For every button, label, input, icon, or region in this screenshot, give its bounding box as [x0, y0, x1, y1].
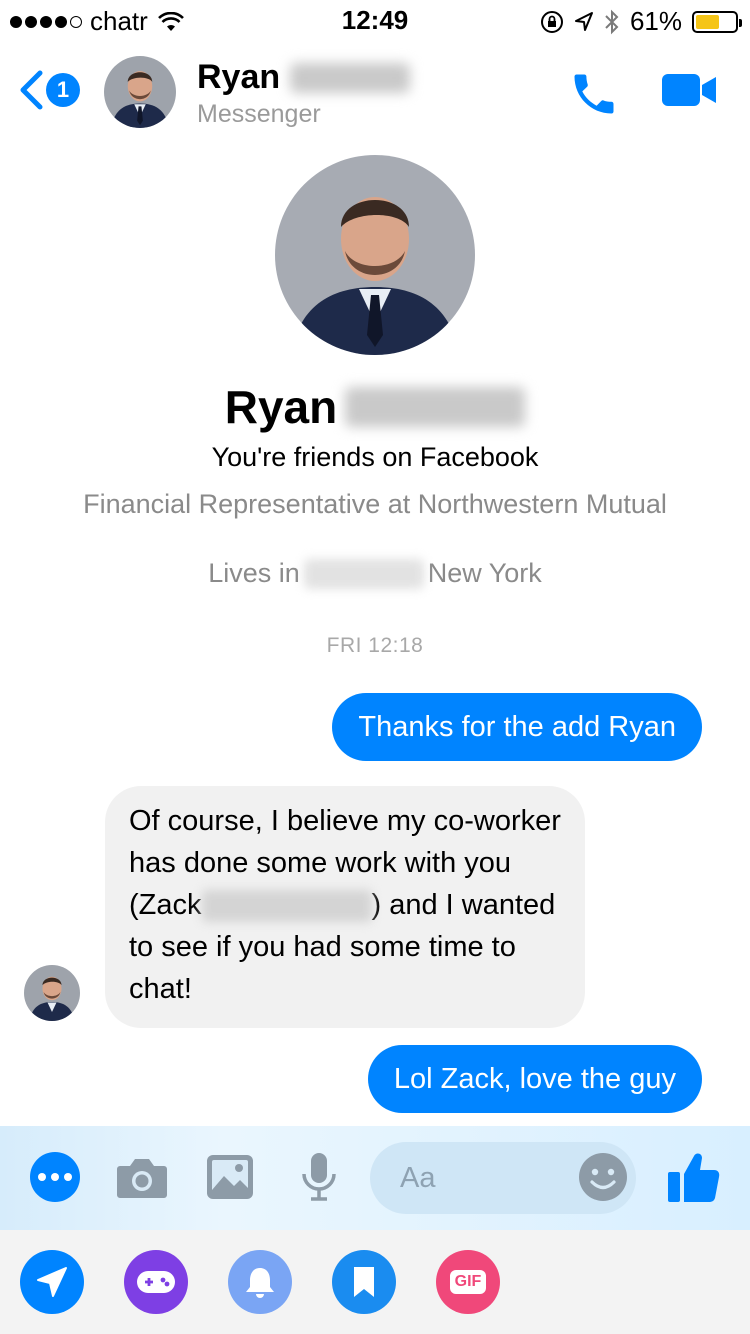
- sender-avatar[interactable]: [24, 965, 80, 1021]
- more-button[interactable]: [30, 1152, 80, 1202]
- profile-name: Ryan: [0, 380, 750, 434]
- call-button[interactable]: [568, 68, 620, 125]
- chevron-left-icon: [20, 70, 43, 110]
- redacted-last-name: [345, 387, 526, 427]
- orientation-lock-icon: [540, 10, 563, 33]
- camera-icon: [117, 1159, 167, 1198]
- avatar-image: [24, 965, 80, 1021]
- redacted-last-name: [290, 62, 411, 93]
- contact-name[interactable]: Ryan: [197, 58, 411, 97]
- battery-percent: 61%: [629, 6, 682, 36]
- unread-badge: 1: [46, 73, 80, 107]
- gif-button[interactable]: GIF: [436, 1250, 500, 1314]
- bookmark-icon: [354, 1267, 374, 1297]
- send-location-icon: [37, 1267, 67, 1297]
- profile-first-name: Ryan: [224, 381, 338, 433]
- incoming-message[interactable]: Of course, I believe my co-worker has do…: [105, 786, 585, 1028]
- back-button[interactable]: 1: [18, 70, 80, 110]
- gif-icon: GIF: [449, 1270, 487, 1294]
- profile-location: Lives in New York: [0, 558, 750, 589]
- location-icon: [574, 11, 593, 31]
- like-button[interactable]: [666, 1148, 722, 1209]
- bell-icon: [246, 1268, 274, 1298]
- bluetooth-icon: [605, 9, 619, 34]
- redacted-name: [201, 890, 372, 923]
- header-subtitle: Messenger: [197, 100, 321, 128]
- profile-image: [275, 155, 475, 355]
- emoji-button[interactable]: [578, 1152, 628, 1207]
- emoji-icon: [579, 1153, 627, 1201]
- saved-button[interactable]: [332, 1250, 396, 1314]
- chat-header: 1 Ryan Messenger: [0, 40, 750, 140]
- games-button[interactable]: [124, 1250, 188, 1314]
- battery-icon: [692, 10, 742, 33]
- extensions-tray: GIF: [0, 1230, 750, 1334]
- location-button[interactable]: [20, 1250, 84, 1314]
- outgoing-message[interactable]: Lol Zack, love the guy: [367, 1045, 702, 1113]
- profile-work: Financial Representative at Northwestern…: [83, 489, 667, 519]
- game-controller-icon: [137, 1271, 175, 1293]
- profile-picture[interactable]: [275, 155, 475, 355]
- status-bar: chatr 12:49 61%: [0, 0, 750, 40]
- avatar[interactable]: [104, 56, 176, 128]
- lives-suffix: New York: [427, 558, 542, 588]
- more-icon: [38, 1173, 46, 1181]
- gallery-button[interactable]: [206, 1154, 254, 1205]
- contact-first-name: Ryan: [197, 58, 281, 96]
- outgoing-message[interactable]: Thanks for the add Ryan: [332, 693, 702, 761]
- video-call-button[interactable]: [662, 72, 718, 113]
- friends-status: You're friends on Facebook: [211, 442, 539, 472]
- microphone-icon: [302, 1153, 336, 1201]
- thumbs-up-icon: [668, 1153, 720, 1202]
- lives-prefix: Lives in: [208, 558, 300, 588]
- message-input-placeholder: Aa: [400, 1161, 436, 1194]
- message-timestamp: FRI 12:18: [326, 634, 424, 657]
- redacted-city: [303, 558, 424, 589]
- message-composer: Aa: [0, 1126, 750, 1230]
- phone-icon: [574, 74, 614, 114]
- image-icon: [207, 1155, 253, 1199]
- video-camera-icon: [662, 74, 716, 106]
- status-right: 61%: [540, 6, 742, 37]
- avatar-image: [104, 56, 176, 128]
- voice-button[interactable]: [300, 1152, 338, 1207]
- reminders-button[interactable]: [228, 1250, 292, 1314]
- camera-button[interactable]: [116, 1154, 168, 1205]
